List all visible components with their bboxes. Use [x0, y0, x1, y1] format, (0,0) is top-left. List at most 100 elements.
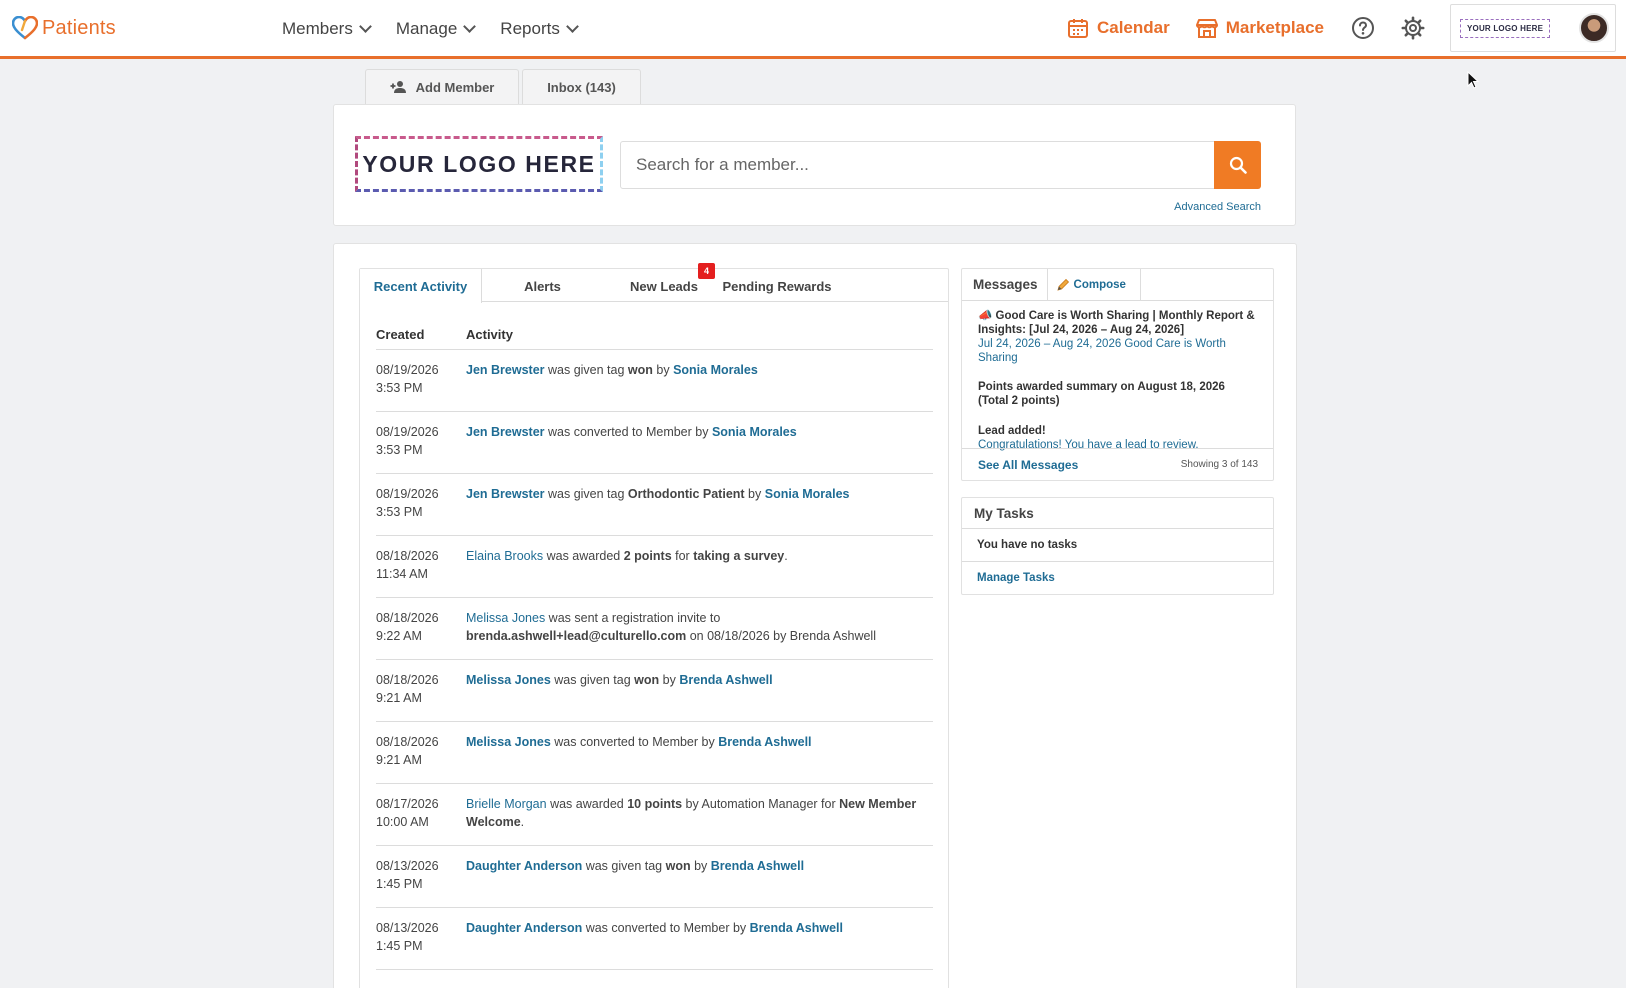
tab-recent-activity[interactable]: Recent Activity: [360, 269, 482, 303]
table-row: 08/13/2026 1:45 PM Daughter Anderson was c…: [376, 908, 933, 970]
activity-person-link[interactable]: Jen Brewster: [466, 425, 545, 439]
activity-text: .: [520, 815, 525, 829]
messages-panel: Messages Compose 📣 Good Care is Worth Sh…: [961, 268, 1274, 481]
activity-text: was converted to Member by: [582, 921, 750, 935]
activity-person-link[interactable]: Daughter Anderson: [466, 921, 582, 935]
activity-date: 08/13/2026: [376, 859, 439, 873]
activity-created-cell: 08/18/2026 9:21 AM: [376, 733, 466, 783]
search-icon: [1229, 156, 1247, 174]
tasks-title: My Tasks: [962, 498, 1273, 529]
activity-tabs: Recent Activity Alerts New Leads 4 Pendi…: [360, 263, 948, 303]
add-user-icon: [390, 81, 406, 93]
brand-name: Patients: [42, 16, 116, 39]
activity-text: won: [627, 363, 653, 377]
activity-date: 08/19/2026: [376, 363, 439, 377]
inbox-label: Inbox (143): [547, 79, 616, 95]
activity-person-link[interactable]: Melissa Jones: [466, 735, 551, 749]
activity-person-link[interactable]: Sonia Morales: [673, 363, 758, 377]
activity-time: 3:53 PM: [376, 381, 423, 395]
avatar: [1579, 13, 1609, 43]
manage-tasks-link[interactable]: Manage Tasks: [977, 572, 1055, 584]
tab-alerts[interactable]: Alerts: [482, 269, 603, 303]
activity-created-cell: 08/19/2026 3:53 PM: [376, 485, 466, 535]
activity-text: by: [659, 673, 680, 687]
store-icon: [1195, 19, 1218, 38]
nav-members-label: Members: [282, 19, 353, 38]
activity-person-link[interactable]: Brenda Ashwell: [679, 673, 772, 687]
activity-time: 3:53 PM: [376, 505, 423, 519]
activity-person-link[interactable]: Sonia Morales: [765, 487, 850, 501]
activity-text: was converted to Member by: [550, 735, 719, 749]
activity-person-link[interactable]: Jen Brewster: [466, 487, 545, 501]
mouse-cursor-icon: [1467, 71, 1479, 89]
table-row: 08/19/2026 3:53 PM Jen Brewster was conver…: [376, 412, 933, 474]
tab-pending-rewards[interactable]: Pending Rewards: [722, 269, 832, 303]
activity-person-link[interactable]: Brenda Ashwell: [718, 735, 811, 749]
see-all-messages-link[interactable]: See All Messages: [978, 458, 1078, 472]
nav-reports[interactable]: Reports: [500, 19, 579, 39]
message-item[interactable]: 📣 Good Care is Worth Sharing | Monthly R…: [962, 301, 1273, 365]
activity-description: Melissa Jones was sent a registration in…: [466, 609, 933, 659]
activity-person-link[interactable]: Melissa Jones: [466, 673, 551, 687]
member-search-input[interactable]: [620, 141, 1216, 189]
activity-person-link[interactable]: Brenda Ashwell: [750, 921, 843, 935]
inbox-button[interactable]: Inbox (143): [522, 69, 641, 104]
calendar-link[interactable]: Calendar: [1067, 17, 1170, 39]
quick-actions-tabs: Add Member Inbox (143): [365, 69, 641, 104]
message-item[interactable]: Points awarded summary on August 18, 202…: [962, 365, 1273, 408]
add-member-label: Add Member: [415, 79, 495, 95]
advanced-search-link[interactable]: Advanced Search: [1174, 201, 1261, 213]
activity-text: was awarded: [546, 797, 628, 811]
activity-person-link[interactable]: Elaina Brooks: [466, 549, 543, 563]
activity-person-link[interactable]: Sonia Morales: [712, 425, 797, 439]
add-member-button[interactable]: Add Member: [365, 69, 519, 104]
activity-person-link[interactable]: Brenda Ashwell: [711, 859, 804, 873]
message-item[interactable]: Lead added! Congratulations! You have a …: [962, 408, 1273, 452]
compose-button[interactable]: Compose: [1048, 268, 1141, 301]
activity-person-link[interactable]: Brielle Morgan: [466, 797, 547, 811]
tasks-empty-text: You have no tasks: [977, 539, 1078, 551]
activity-created-cell: 08/18/2026 9:21 AM: [376, 671, 466, 721]
settings-button[interactable]: [1400, 15, 1426, 41]
activity-table: Created Activity 08/19/2026 3:53 PM Jen Br…: [376, 319, 933, 970]
activity-person-link[interactable]: Daughter Anderson: [466, 859, 582, 873]
activity-created-cell: 08/19/2026 3:53 PM: [376, 423, 466, 473]
activity-created-cell: 08/18/2026 9:22 AM: [376, 609, 466, 659]
top-navigation-bar: Patients Members Manage Reports Calendar…: [0, 0, 1626, 59]
search-button[interactable]: [1214, 141, 1261, 189]
account-menu[interactable]: YOUR LOGO HERE: [1450, 4, 1616, 52]
activity-text: Orthodontic Patient: [627, 487, 745, 501]
marketplace-link[interactable]: Marketplace: [1195, 17, 1324, 39]
activity-text: by Automation Manager for: [682, 797, 840, 811]
chevron-down-icon: [358, 20, 372, 33]
activity-time: 3:53 PM: [376, 443, 423, 457]
message-title: Good Care is Worth Sharing | Monthly Rep…: [978, 310, 1255, 336]
megaphone-icon: 📣: [978, 310, 996, 322]
activity-time: 9:21 AM: [376, 691, 422, 705]
dashboard-card: Recent Activity Alerts New Leads 4 Pendi…: [333, 243, 1297, 988]
activity-description: Jen Brewster was given tag won by Sonia …: [466, 361, 933, 411]
message-title: Points awarded summary on August 18, 202…: [978, 381, 1225, 407]
table-row: 08/18/2026 9:22 AM Melissa Jones was sent …: [376, 598, 933, 660]
brand-logo[interactable]: Patients: [12, 16, 116, 40]
activity-person-link[interactable]: Melissa Jones: [466, 611, 545, 625]
activity-text: 10 points: [627, 797, 683, 811]
column-activity: Activity: [466, 326, 513, 342]
messages-footer: See All Messages Showing 3 of 143: [962, 448, 1273, 480]
activity-text: was given tag: [582, 859, 666, 873]
activity-time: 1:45 PM: [376, 877, 423, 891]
activity-description: Brielle Morgan was awarded 10 points by …: [466, 795, 933, 845]
nav-members[interactable]: Members: [282, 19, 372, 39]
tab-new-leads[interactable]: New Leads 4: [630, 263, 715, 303]
marketplace-label: Marketplace: [1225, 18, 1324, 37]
nav-manage[interactable]: Manage: [396, 19, 477, 39]
tab-new-leads-label: New Leads: [630, 278, 698, 294]
activity-text: won: [634, 673, 660, 687]
activity-text: won: [665, 859, 691, 873]
activity-description: Elaina Brooks was awarded 2 points for t…: [466, 547, 933, 597]
activity-person-link[interactable]: Jen Brewster: [466, 363, 545, 377]
help-button[interactable]: [1350, 15, 1376, 41]
activity-description: Jen Brewster was converted to Member by …: [466, 423, 933, 473]
tasks-panel: My Tasks You have no tasks Manage Tasks: [961, 497, 1274, 595]
activity-time: 1:45 PM: [376, 939, 423, 953]
